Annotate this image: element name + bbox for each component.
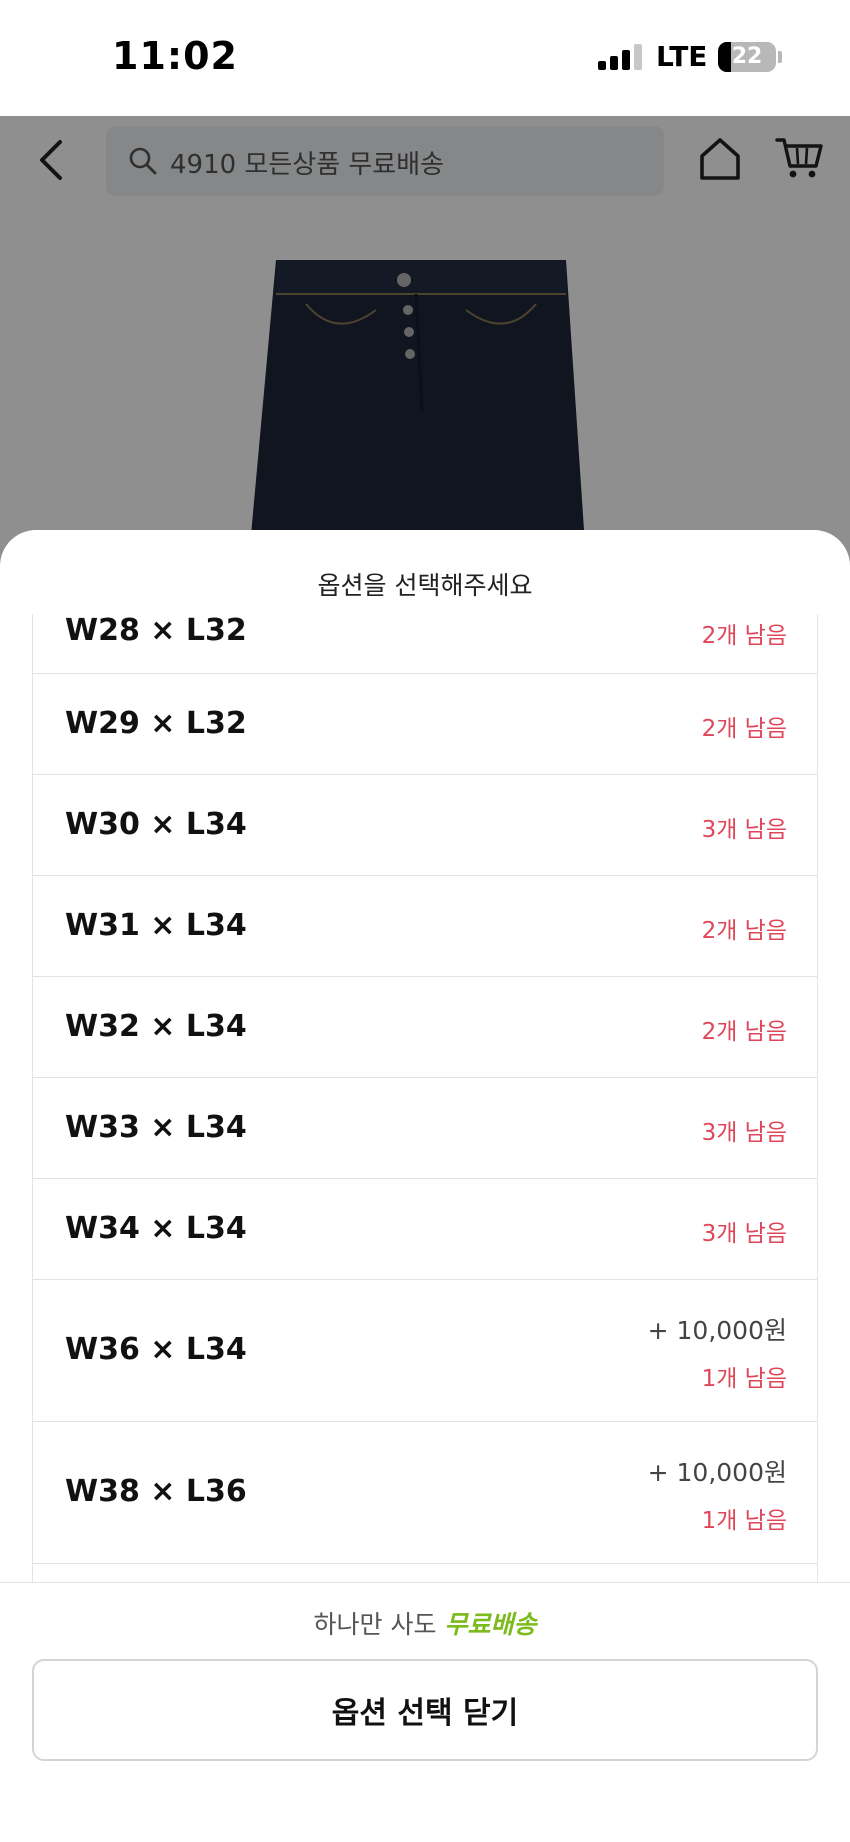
option-stock: 2개 남음 xyxy=(701,623,787,649)
sheet-footer: 하나만 사도 무료배송 옵션 선택 닫기 xyxy=(0,1582,850,1842)
option-label: W28 × L32 xyxy=(65,614,247,648)
option-stock: 2개 남음 xyxy=(701,1018,787,1045)
option-row[interactable]: W30 × L34 3개 남음 xyxy=(33,775,817,876)
promo-text: 하나만 사도 xyxy=(313,1610,437,1639)
option-stock: 3개 남음 xyxy=(701,1220,787,1247)
option-row[interactable]: W31 × L34 2개 남음 xyxy=(33,876,817,977)
option-label: W29 × L32 xyxy=(65,705,247,741)
option-label: W38 × L36 xyxy=(65,1474,247,1509)
option-label: W30 × L34 xyxy=(65,806,247,842)
option-stock: 3개 남음 xyxy=(701,816,787,843)
battery-level: 22 xyxy=(731,44,763,69)
option-row[interactable]: W36 × L34 + 10,000원 1개 남음 xyxy=(33,1280,817,1422)
option-stock: 3개 남음 xyxy=(701,1119,787,1146)
network-type: LTE xyxy=(656,40,708,73)
option-label: W32 × L34 xyxy=(65,1008,247,1044)
option-row[interactable]: W29 × L32 2개 남음 xyxy=(33,674,817,775)
option-row[interactable]: W38 × L36 + 10,000원 1개 남음 xyxy=(33,1422,817,1564)
option-row[interactable]: W28 × L32 2개 남음 xyxy=(33,614,817,674)
option-label: W33 × L34 xyxy=(65,1109,247,1145)
signal-icon xyxy=(598,44,644,70)
option-list[interactable]: W28 × L32 2개 남음 W29 × L32 2개 남음 W30 × L34 3개 … xyxy=(32,614,818,1614)
option-row[interactable]: W34 × L34 3개 남음 xyxy=(33,1179,817,1280)
option-stock: 2개 남음 xyxy=(701,917,787,944)
status-bar: 11:02 LTE 22 xyxy=(0,0,850,116)
close-options-button[interactable]: 옵션 선택 닫기 xyxy=(32,1659,818,1761)
status-time: 11:02 xyxy=(112,34,238,78)
option-label: W31 × L34 xyxy=(65,907,247,943)
product-page: 4910 모든상품 무료배송 xyxy=(0,116,850,676)
battery-icon: 22 xyxy=(718,42,776,72)
option-stock: 2개 남음 xyxy=(701,715,787,742)
option-stock: 1개 남음 xyxy=(701,1508,787,1534)
option-label: W36 × L34 xyxy=(65,1332,247,1367)
option-row[interactable]: W32 × L34 2개 남음 xyxy=(33,977,817,1078)
option-price: + 10,000원 xyxy=(647,1458,787,1487)
option-bottom-sheet: 옵션을 선택해주세요 W28 × L32 2개 남음 W29 × L32 2개 남음 W… xyxy=(0,530,850,1842)
option-stock: 1개 남음 xyxy=(701,1366,787,1392)
sheet-title: 옵션을 선택해주세요 xyxy=(317,571,533,600)
option-row[interactable]: W33 × L34 3개 남음 xyxy=(33,1078,817,1179)
free-shipping-promo: 하나만 사도 무료배송 xyxy=(0,1605,850,1641)
option-price: + 10,000원 xyxy=(647,1316,787,1345)
promo-highlight: 무료배송 xyxy=(444,1610,537,1639)
option-label: W34 × L34 xyxy=(65,1210,247,1246)
